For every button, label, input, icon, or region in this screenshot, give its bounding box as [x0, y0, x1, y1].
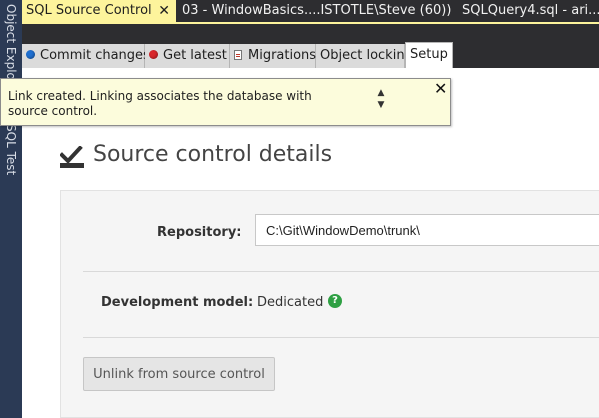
link-created-notification: Link created. Linking associates the dat…: [0, 78, 451, 126]
divider: [83, 337, 599, 338]
page-title: Source control details: [93, 142, 333, 167]
doc-tab-window-basics[interactable]: 03 - WindowBasics....ISTOTLE\Steve (60)): [178, 0, 454, 22]
details-panel: Repository: Development model: Dedicated…: [60, 190, 599, 418]
tab-setup[interactable]: Setup: [405, 42, 453, 68]
tab-object-locking[interactable]: Object locking: [316, 44, 413, 68]
close-tab-icon[interactable]: ✕: [158, 0, 170, 22]
doc-tab-label: 03 - WindowBasics....ISTOTLE\Steve (60)): [182, 3, 452, 18]
help-icon[interactable]: ?: [328, 294, 342, 308]
tab-label: Migrations: [248, 48, 317, 63]
unlink-from-source-control-button[interactable]: Unlink from source control: [83, 357, 275, 391]
doc-tab-sqlquery4[interactable]: SQLQuery4.sql - ari...: [458, 0, 599, 22]
doc-tab-label: SQLQuery4.sql - ari...: [462, 3, 599, 18]
tab-label: Setup: [410, 47, 448, 62]
tab-label: Commit changes: [40, 48, 150, 63]
repository-input[interactable]: [255, 214, 599, 246]
source-control-tab-bar: Commit changes Get latest Migrations Obj…: [22, 24, 599, 68]
side-tool-strip: Object Explorer SQL Test: [0, 0, 22, 418]
doc-tab-label: SQL Source Control: [26, 3, 152, 18]
close-notification-icon[interactable]: ✕: [434, 80, 447, 98]
notification-text: Link created. Linking associates the dat…: [8, 89, 312, 118]
document-tab-bar: SQL Source Control ✕ 03 - WindowBasics..…: [22, 0, 599, 22]
get-latest-status-dot-icon: [149, 50, 158, 59]
notification-scroll-control[interactable]: ▲ ▼: [372, 87, 390, 113]
scroll-up-icon[interactable]: ▲: [372, 87, 390, 99]
sql-test-side-tab[interactable]: SQL Test: [3, 124, 19, 175]
development-model-label: Development model:: [101, 295, 254, 310]
tab-commit-changes[interactable]: Commit changes: [22, 44, 150, 68]
repository-label: Repository:: [157, 225, 242, 240]
doc-tab-sql-source-control[interactable]: SQL Source Control ✕: [22, 0, 176, 22]
divider: [83, 271, 599, 272]
commit-status-dot-icon: [26, 50, 35, 59]
tab-migrations[interactable]: Migrations: [230, 44, 316, 68]
document-icon: [234, 50, 242, 60]
development-model-value: Dedicated: [257, 295, 324, 310]
scroll-down-icon[interactable]: ▼: [372, 99, 390, 111]
tab-get-latest[interactable]: Get latest: [145, 44, 230, 68]
tab-label: Get latest: [163, 48, 227, 63]
tab-label: Object locking: [320, 48, 413, 63]
checkmark-upload-icon: [60, 146, 84, 168]
